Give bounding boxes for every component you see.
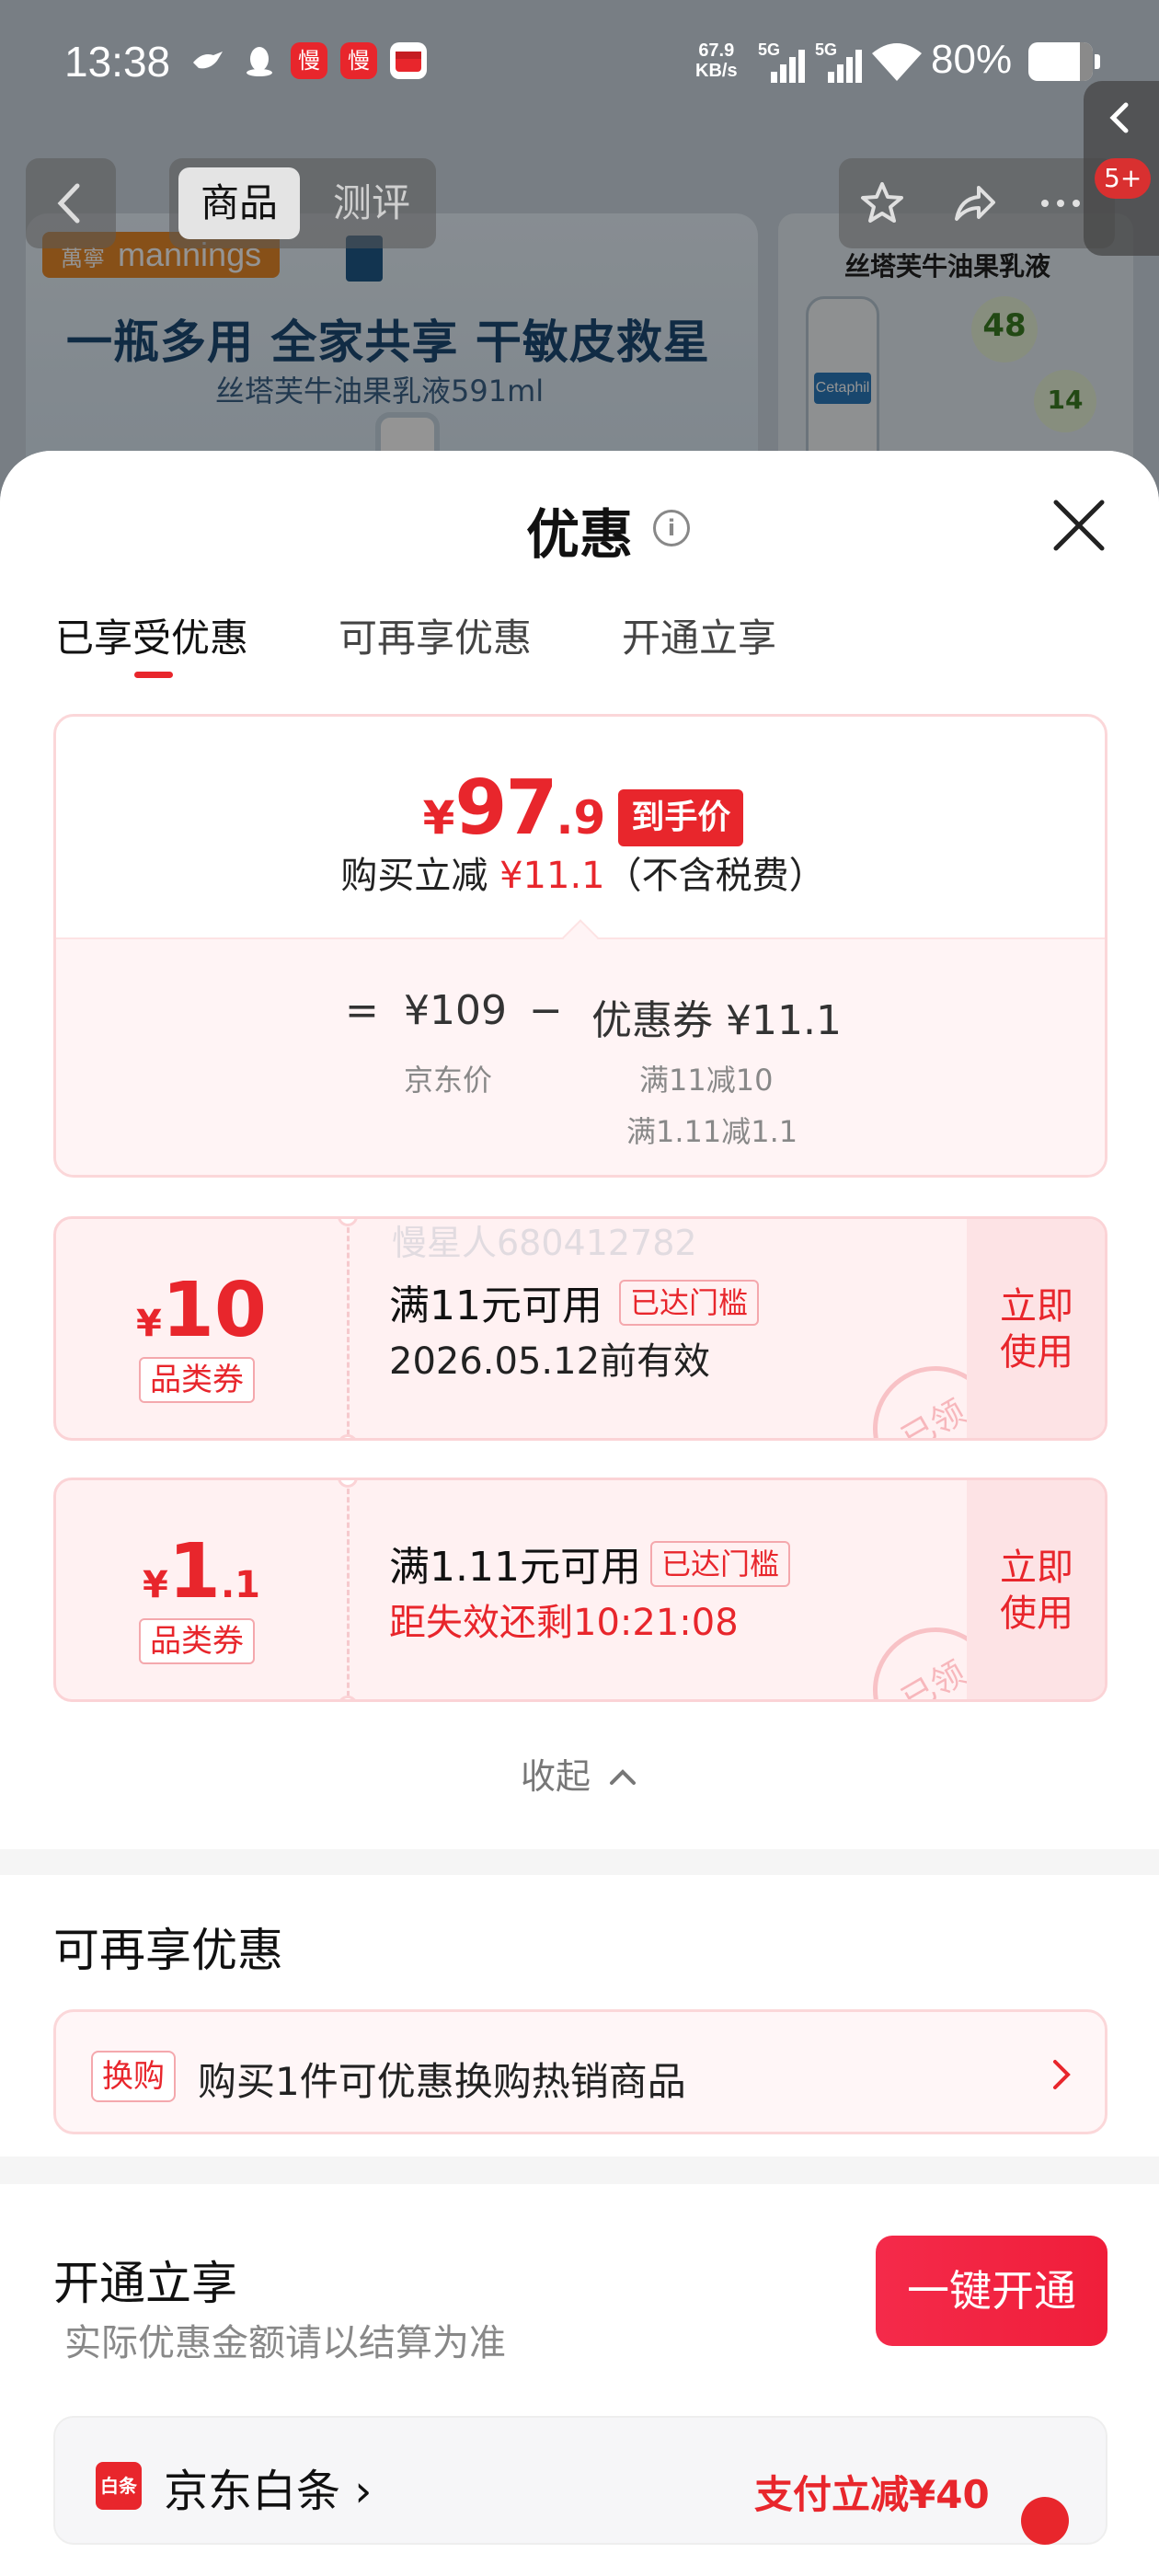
applied-offers-panel: 优惠 i 已享受优惠 可再享优惠 开通立享 ¥97.9 到手价 购买立减 ¥11.…: [0, 451, 1159, 1849]
page-tabs: 商品 测评: [169, 158, 436, 248]
share-icon[interactable]: [951, 180, 997, 226]
use-now-button[interactable]: 立即使用: [967, 1480, 1105, 1699]
wifi-icon: [870, 40, 924, 86]
tab-more-offers[interactable]: 可再享优惠: [339, 607, 532, 663]
baitiao-discount: 支付立减¥40: [754, 2472, 990, 2517]
use-now-label: 立即使用: [1000, 1547, 1073, 1635]
collapse-button[interactable]: 收起: [0, 1748, 1159, 1799]
active-tab-indicator: [134, 672, 173, 678]
battery-icon: [1028, 42, 1100, 81]
coupon-value: ¥10 品类券: [56, 1219, 347, 1438]
tab-product[interactable]: 商品: [178, 167, 300, 239]
app-slow-icon: 慢: [291, 42, 327, 79]
more-offers-section: 可再享优惠 换购 购买1件可优惠换购热销商品: [0, 1875, 1159, 2156]
qq-icon: [241, 42, 278, 79]
chevron-up-icon: [610, 1769, 637, 1785]
info-icon[interactable]: i: [653, 510, 690, 546]
price-breakdown: [56, 937, 1105, 1175]
more-icon[interactable]: [1038, 180, 1084, 226]
final-price-row: ¥97.9 到手价: [56, 765, 1105, 857]
side-drawer-tab[interactable]: 5+: [1084, 81, 1159, 256]
coupon-title: 满1.11元可用: [389, 1544, 641, 1591]
exchange-tag: 换购: [91, 2051, 176, 2102]
section-title: 开通立享: [53, 2257, 237, 2310]
reduction-line: 购买立减 ¥11.1（不含税费）: [340, 855, 826, 897]
equals-sign: =: [345, 987, 379, 1034]
use-now-button[interactable]: 立即使用: [967, 1219, 1105, 1438]
signal-icon: 5G: [758, 40, 811, 83]
dove-icon: [189, 42, 226, 79]
final-price: ¥97.9: [422, 765, 606, 852]
sheet-title: 优惠: [525, 503, 633, 566]
tab-open-offers[interactable]: 开通立享: [622, 607, 776, 663]
tab-applied-offers[interactable]: 已享受优惠: [55, 607, 248, 663]
coupon-amount: ¥1.1: [143, 1528, 260, 1616]
chevron-left-icon: [57, 183, 80, 224]
coupon-validity: 2026.05.12前有效: [389, 1340, 711, 1383]
section-title: 可再享优惠: [53, 1924, 283, 1977]
coupon-title: 满11元可用: [389, 1282, 602, 1329]
exchange-offer-row[interactable]: 换购 购买1件可优惠换购热销商品: [53, 2009, 1107, 2134]
signal-icon: 5G: [815, 40, 868, 83]
baitiao-logo: 白条: [96, 2462, 142, 2510]
price-calculation: = ¥109 − 优惠券 ¥11.1: [56, 987, 1105, 1044]
coupon-divider: [347, 1480, 350, 1699]
chevron-right-icon: [1053, 2060, 1071, 2089]
baitiao-offer-row[interactable]: 白条 京东白条 › 支付立减¥40: [53, 2416, 1107, 2545]
collapse-label: 收起: [520, 1756, 591, 1797]
coupon-category: 品类券: [139, 1618, 255, 1664]
minus-sign: −: [529, 987, 563, 1034]
price-summary-card: ¥97.9 到手价 购买立减 ¥11.1（不含税费） = ¥109 − 优惠券 ¥…: [53, 714, 1107, 1178]
threshold-badge: 已达门槛: [619, 1280, 760, 1326]
exchange-text: 购买1件可优惠换购热销商品: [198, 2059, 686, 2104]
final-price-tag: 到手价: [618, 789, 744, 846]
coupon-value: ¥1.1 品类券: [56, 1480, 347, 1699]
one-click-open-button[interactable]: 一键开通: [876, 2236, 1107, 2346]
status-time: 13:38: [64, 38, 171, 86]
coupon-total: 优惠券 ¥11.1: [591, 997, 842, 1044]
jd-price: ¥109: [404, 987, 507, 1034]
star-icon[interactable]: [859, 180, 905, 226]
coupon-divider: [347, 1219, 350, 1438]
coupon-amount: ¥10: [136, 1267, 267, 1354]
tab-review[interactable]: 测评: [316, 167, 427, 239]
coupon-detail: 满1.11减1.1: [626, 1114, 798, 1149]
chevron-right-icon: ›: [354, 2466, 373, 2517]
product-page-background: 萬寧 mannings 一瓶多用 全家共享 干敏皮救星 丝塔芙牛油果乳液591ml…: [0, 0, 1159, 515]
watermark: 慢星人680412782: [392, 1223, 697, 1263]
baitiao-name: 京东白条 ›: [164, 2466, 373, 2517]
coupon-category: 品类券: [139, 1357, 255, 1403]
select-radio[interactable]: [1021, 2497, 1069, 2545]
status-bar: 13:38 慢 慢 67.9 KB/s 5G 5G 80%: [0, 0, 1159, 129]
close-icon[interactable]: [1050, 497, 1107, 554]
threshold-badge: 已达门槛: [650, 1541, 791, 1587]
section-subtitle: 实际优惠金额请以结算为准: [64, 2322, 506, 2364]
notification-badge: 5+: [1095, 158, 1152, 199]
battery-percent: 80%: [931, 37, 1013, 82]
top-actions: [839, 158, 1115, 248]
coupon-detail: 满11减10: [639, 1063, 774, 1098]
back-button[interactable]: [26, 158, 116, 248]
wallet-icon: [390, 42, 427, 79]
chevron-left-icon: [1109, 102, 1129, 133]
coupon-countdown: 距失效还剩10:21:08: [389, 1602, 739, 1644]
open-offers-section: 开通立享 实际优惠金额请以结算为准 一键开通 白条 京东白条 › 支付立减¥40: [0, 2184, 1159, 2576]
jd-price-label: 京东价: [404, 1063, 493, 1098]
use-now-label: 立即使用: [1000, 1285, 1073, 1374]
app-slow-icon: 慢: [340, 42, 377, 79]
network-speed: 67.9 KB/s: [695, 40, 738, 81]
offers-sheet: 优惠 i 已享受优惠 可再享优惠 开通立享 ¥97.9 到手价 购买立减 ¥11.…: [0, 451, 1159, 2576]
coupon-card[interactable]: ¥1.1 品类券 满1.11元可用 已达门槛 距失效还剩10:21:08 已领 …: [53, 1478, 1107, 1702]
